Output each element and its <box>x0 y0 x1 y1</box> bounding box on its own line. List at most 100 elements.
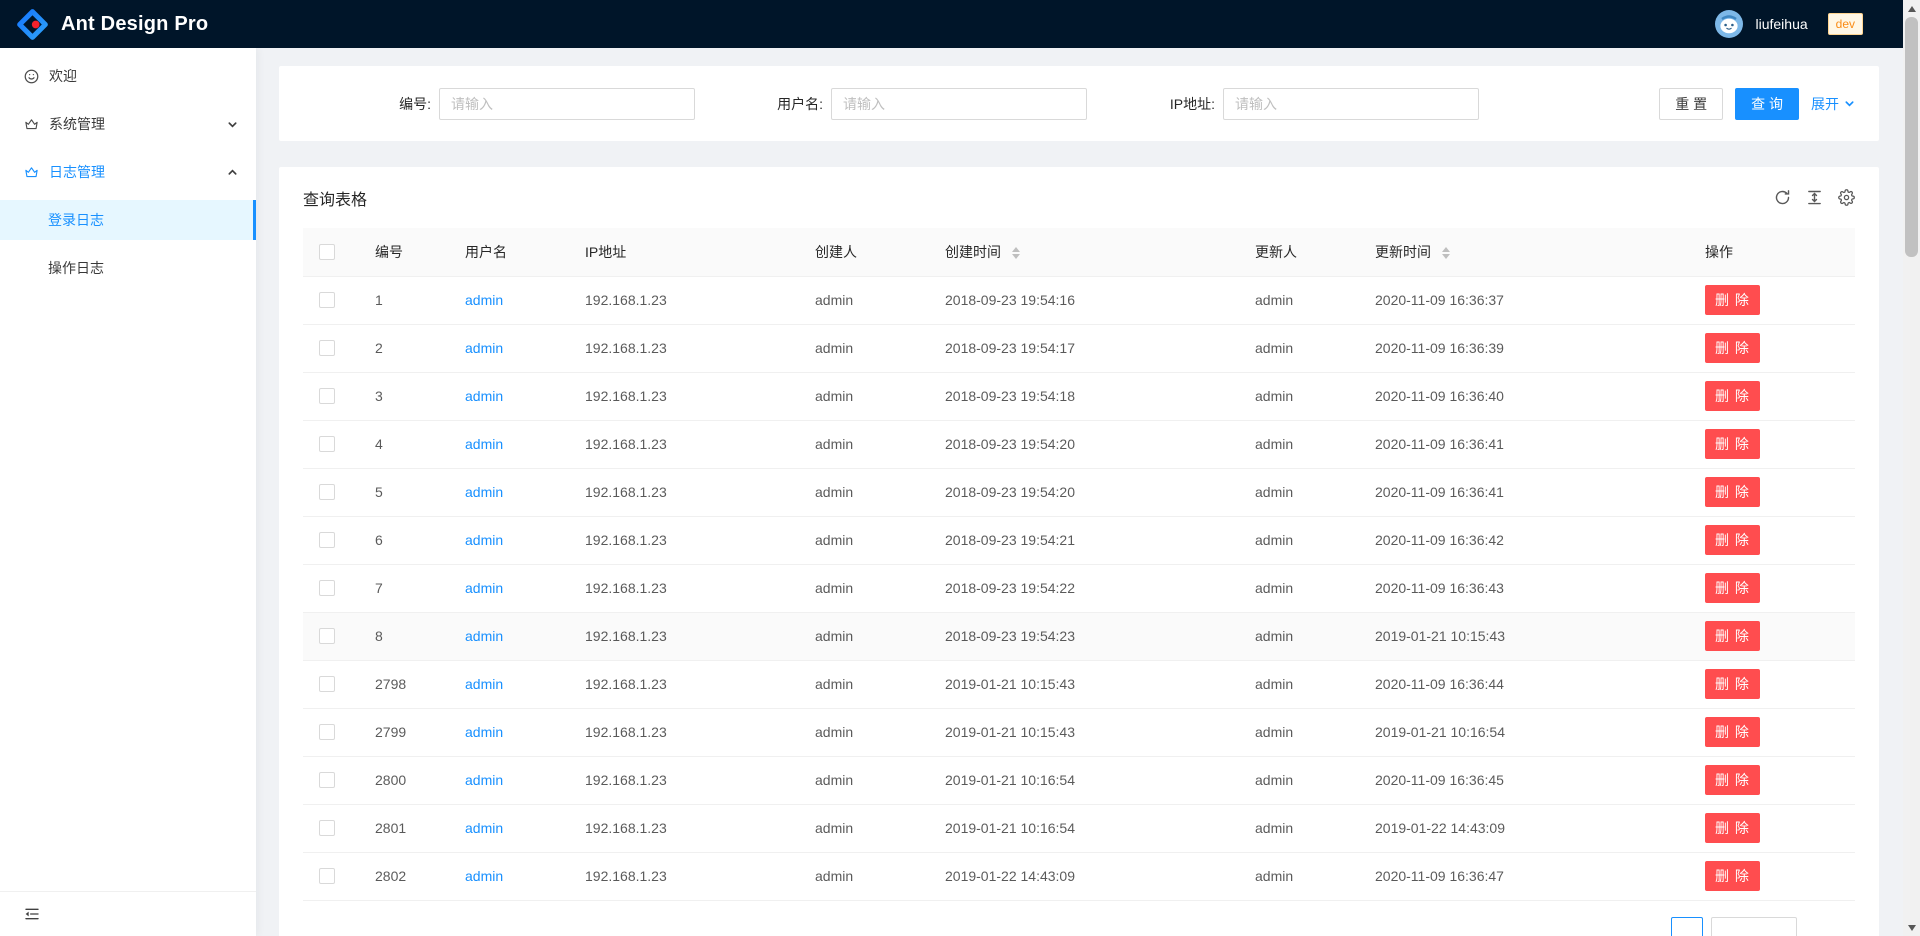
search-form-card: 编号: 用户名: IP地址: 重 置 查 询 展开 <box>279 66 1879 141</box>
delete-button[interactable]: 删 除 <box>1705 621 1760 651</box>
row-checkbox[interactable] <box>319 580 335 596</box>
delete-button[interactable]: 删 除 <box>1705 333 1760 363</box>
row-checkbox[interactable] <box>319 724 335 740</box>
username-link[interactable]: admin <box>465 388 503 404</box>
column-header-created[interactable]: 创建时间 <box>929 228 1239 276</box>
username-link[interactable]: admin <box>465 436 503 452</box>
scrollbar-up-arrow-icon[interactable] <box>1903 0 1920 17</box>
id-input[interactable] <box>439 88 695 120</box>
delete-button[interactable]: 删 除 <box>1705 669 1760 699</box>
username-link[interactable]: admin <box>465 580 503 596</box>
delete-button[interactable]: 删 除 <box>1705 717 1760 747</box>
expand-link[interactable]: 展开 <box>1811 94 1855 114</box>
reload-icon[interactable] <box>1774 189 1791 206</box>
crown-icon <box>24 165 39 180</box>
search-field-username: 用户名: <box>695 88 1087 120</box>
window-scrollbar[interactable] <box>1903 0 1920 936</box>
cell-updated: 2020-11-09 16:36:42 <box>1359 516 1689 564</box>
header-user-area[interactable]: liufeihua dev <box>1715 10 1863 38</box>
sidebar-item-operation-log[interactable]: 操作日志 <box>0 248 256 288</box>
cell-creator: admin <box>799 324 929 372</box>
delete-button[interactable]: 删 除 <box>1705 813 1760 843</box>
cell-select <box>303 660 359 708</box>
reset-button[interactable]: 重 置 <box>1659 88 1723 120</box>
row-checkbox[interactable] <box>319 628 335 644</box>
cell-id: 6 <box>359 516 449 564</box>
username-input[interactable] <box>831 88 1087 120</box>
header-username[interactable]: liufeihua <box>1755 16 1807 32</box>
column-header-updated[interactable]: 更新时间 <box>1359 228 1689 276</box>
username-link[interactable]: admin <box>465 628 503 644</box>
sort-carets-icon <box>1442 247 1450 259</box>
cell-creator: admin <box>799 852 929 900</box>
query-button[interactable]: 查 询 <box>1735 88 1799 120</box>
row-checkbox[interactable] <box>319 292 335 308</box>
cell-creator: admin <box>799 420 929 468</box>
cell-created: 2018-09-23 19:54:17 <box>929 324 1239 372</box>
row-checkbox[interactable] <box>319 436 335 452</box>
username-link[interactable]: admin <box>465 724 503 740</box>
delete-button[interactable]: 删 除 <box>1705 477 1760 507</box>
search-field-id: 编号: <box>303 88 695 120</box>
pagination-active-page-button[interactable] <box>1671 917 1703 936</box>
delete-button[interactable]: 删 除 <box>1705 429 1760 459</box>
cell-username: admin <box>449 468 569 516</box>
delete-button[interactable]: 删 除 <box>1705 573 1760 603</box>
username-link[interactable]: admin <box>465 676 503 692</box>
table-body: 1 admin 192.168.1.23 admin 2018-09-23 19… <box>303 276 1855 900</box>
username-field-label: 用户名: <box>695 94 831 114</box>
delete-button[interactable]: 删 除 <box>1705 381 1760 411</box>
delete-button[interactable]: 删 除 <box>1705 861 1760 891</box>
cell-updater: admin <box>1239 612 1359 660</box>
env-badge: dev <box>1828 13 1863 35</box>
column-height-icon[interactable] <box>1806 189 1823 206</box>
cell-creator: admin <box>799 372 929 420</box>
cell-select <box>303 468 359 516</box>
scrollbar-down-arrow-icon[interactable] <box>1903 919 1920 936</box>
scrollbar-thumb[interactable] <box>1905 17 1918 257</box>
table-wrap: 编号 用户名 IP地址 创建人 创建时间 更新人 更新时间 <box>279 228 1879 936</box>
cell-username: admin <box>449 564 569 612</box>
row-checkbox[interactable] <box>319 676 335 692</box>
row-checkbox[interactable] <box>319 868 335 884</box>
ant-design-logo-icon <box>16 8 49 41</box>
cell-action: 删 除 <box>1689 756 1855 804</box>
sidebar-item-system-mgmt[interactable]: 系统管理 <box>0 104 256 144</box>
row-checkbox[interactable] <box>319 820 335 836</box>
cell-action: 删 除 <box>1689 276 1855 324</box>
sidebar-item-log-mgmt[interactable]: 日志管理 <box>0 152 256 192</box>
row-checkbox[interactable] <box>319 484 335 500</box>
cell-id: 2798 <box>359 660 449 708</box>
row-checkbox[interactable] <box>319 388 335 404</box>
pagination-page-size-select[interactable] <box>1711 917 1797 936</box>
main-content: 编号: 用户名: IP地址: 重 置 查 询 展开 查询表格 <box>256 48 1903 936</box>
cell-updater: admin <box>1239 420 1359 468</box>
delete-button[interactable]: 删 除 <box>1705 525 1760 555</box>
username-link[interactable]: admin <box>465 532 503 548</box>
delete-button[interactable]: 删 除 <box>1705 765 1760 795</box>
ip-input[interactable] <box>1223 88 1479 120</box>
settings-gear-icon[interactable] <box>1838 189 1855 206</box>
avatar[interactable] <box>1715 10 1743 38</box>
row-checkbox[interactable] <box>319 340 335 356</box>
username-link[interactable]: admin <box>465 820 503 836</box>
cell-username: admin <box>449 420 569 468</box>
select-all-checkbox[interactable] <box>319 244 335 260</box>
row-checkbox[interactable] <box>319 772 335 788</box>
menu-fold-icon[interactable] <box>24 906 40 922</box>
sidebar-item-welcome[interactable]: 欢迎 <box>0 56 256 96</box>
search-actions: 重 置 查 询 展开 <box>1659 88 1855 120</box>
delete-button[interactable]: 删 除 <box>1705 285 1760 315</box>
logo-area[interactable]: Ant Design Pro <box>16 8 208 41</box>
username-link[interactable]: admin <box>465 772 503 788</box>
username-link[interactable]: admin <box>465 868 503 884</box>
username-link[interactable]: admin <box>465 340 503 356</box>
sidebar-item-login-log[interactable]: 登录日志 <box>0 200 256 240</box>
ip-field-label: IP地址: <box>1087 94 1223 114</box>
cell-ip: 192.168.1.23 <box>569 612 799 660</box>
username-link[interactable]: admin <box>465 484 503 500</box>
cell-created: 2018-09-23 19:54:20 <box>929 420 1239 468</box>
row-checkbox[interactable] <box>319 532 335 548</box>
username-link[interactable]: admin <box>465 292 503 308</box>
cell-username: admin <box>449 852 569 900</box>
